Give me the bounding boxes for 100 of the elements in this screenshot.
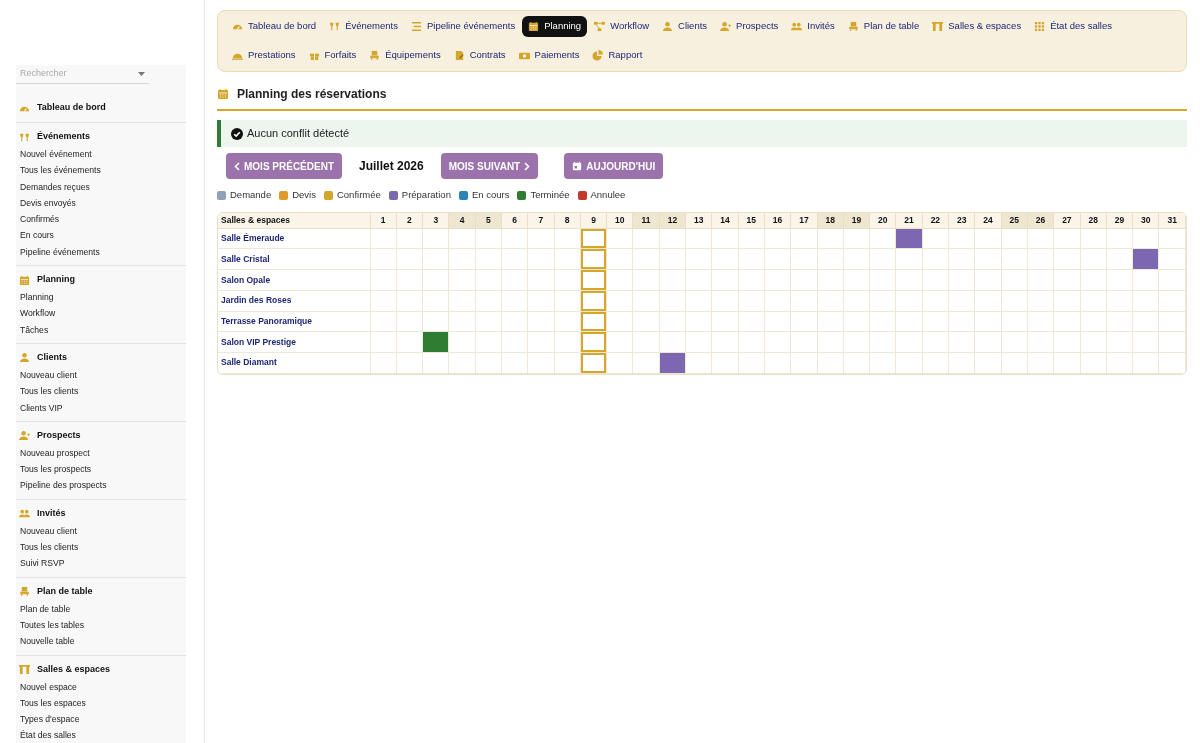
- sidebar-item[interactable]: Demandes reçues: [16, 178, 186, 195]
- section-heading[interactable]: Planning: [37, 273, 75, 287]
- legend-label: Demande: [230, 188, 272, 202]
- sidebar-item[interactable]: Tous les clients: [16, 539, 186, 556]
- nav-tab[interactable]: Prestations: [226, 45, 302, 66]
- room-name[interactable]: Salle Émeraude: [218, 228, 370, 249]
- day-header: 19: [843, 213, 870, 229]
- arch-icon: [19, 664, 30, 676]
- chevron-left-icon: [234, 161, 240, 171]
- sidebar-item[interactable]: Nouveau client: [16, 366, 186, 384]
- nav-tab[interactable]: Contrats: [447, 45, 512, 66]
- calendar-icon: [572, 161, 583, 171]
- sidebar-item[interactable]: Nouvel événement: [16, 146, 186, 163]
- nav-tab[interactable]: État des salles: [1028, 16, 1118, 37]
- nav-tab[interactable]: Paiements: [512, 45, 586, 66]
- section-heading[interactable]: Plan de table: [37, 584, 93, 599]
- day-header: 10: [606, 213, 633, 229]
- sidebar-item[interactable]: Toutes les tables: [16, 616, 186, 634]
- section-heading[interactable]: Tableau de bord: [37, 101, 106, 115]
- workflow-icon: [594, 21, 606, 32]
- sidebar-item[interactable]: Nouveau prospect: [16, 444, 186, 462]
- room-name[interactable]: Jardin des Roses: [218, 290, 370, 311]
- day-header: 3: [422, 213, 449, 229]
- user-plus-icon: [720, 21, 732, 32]
- nav-tab[interactable]: Planning: [522, 16, 588, 37]
- sidebar-item[interactable]: En cours: [16, 227, 186, 244]
- sidebar-item[interactable]: Tous les prospects: [16, 461, 186, 478]
- day-header: 9: [580, 213, 607, 229]
- sidebar-item[interactable]: Pipeline des prospects: [16, 477, 186, 494]
- room-name[interactable]: Salon Opale: [218, 269, 370, 291]
- day-header: 4: [448, 213, 476, 229]
- section-heading[interactable]: Clients: [37, 351, 67, 365]
- section-heading[interactable]: Invités: [37, 507, 66, 521]
- sidebar-item[interactable]: Devis envoyés: [16, 194, 186, 212]
- sidebar-item[interactable]: Plan de table: [16, 600, 186, 617]
- day-header: 27: [1053, 213, 1080, 229]
- legend-label: Terminée: [530, 188, 570, 202]
- nav-tab[interactable]: Invités: [785, 16, 841, 37]
- sidebar-item[interactable]: Nouvel espace: [16, 678, 186, 695]
- nav-tab[interactable]: Clients: [656, 16, 714, 37]
- nav-tab[interactable]: Rapport: [586, 45, 649, 66]
- check-circle-icon: [231, 127, 243, 140]
- sidebar-item[interactable]: Planning: [16, 289, 186, 306]
- day-header: 6: [501, 213, 528, 229]
- sidebar-item[interactable]: Nouvelle table: [16, 633, 186, 650]
- previous-month-button[interactable]: MOIS PRÉCÉDENT: [226, 153, 342, 179]
- day-header: 15: [738, 213, 765, 229]
- chair-icon: [847, 21, 859, 32]
- nav-tab[interactable]: Salles & espaces: [926, 16, 1028, 37]
- glasses-icon: [329, 21, 341, 32]
- month-label: Juillet 2026: [359, 158, 424, 175]
- day-header: 11: [632, 213, 660, 229]
- sidebar-item[interactable]: État des salles: [16, 727, 186, 743]
- user-icon: [662, 21, 674, 32]
- chair-icon: [369, 50, 381, 61]
- arch-icon: [932, 21, 944, 32]
- section-heading[interactable]: Prospects: [37, 429, 81, 443]
- day-header: 30: [1132, 213, 1159, 229]
- day-header: 23: [948, 213, 975, 229]
- user-icon: [19, 352, 30, 364]
- sidebar-item[interactable]: Nouveau client: [16, 522, 186, 540]
- next-month-button[interactable]: MOIS SUIVANT: [440, 153, 539, 179]
- sidebar-item[interactable]: Tous les clients: [16, 383, 186, 400]
- nav-tab[interactable]: Événements: [323, 16, 404, 37]
- sidebar-item[interactable]: Tous les événements: [16, 162, 186, 179]
- day-header: 17: [790, 213, 818, 229]
- calendar-icon: [528, 21, 540, 32]
- sidebar-item[interactable]: Tous les espaces: [16, 694, 186, 712]
- today-button[interactable]: AUJOURD'HUI: [564, 153, 664, 179]
- section-heading[interactable]: Salles & espaces: [37, 662, 111, 677]
- nav-tab[interactable]: Tableau de bord: [226, 16, 323, 37]
- legend-label: Devis: [292, 188, 316, 202]
- sidebar-item[interactable]: Tâches: [16, 321, 186, 338]
- sidebar-item[interactable]: Suivi RSVP: [16, 555, 186, 572]
- sidebar-item[interactable]: Workflow: [16, 305, 186, 322]
- day-header: 29: [1106, 213, 1133, 229]
- legend-label: Préparation: [401, 188, 451, 202]
- nav-tab[interactable]: Prospects: [714, 16, 785, 37]
- room-name[interactable]: Salle Cristal: [218, 248, 370, 270]
- day-header: 12: [659, 213, 686, 229]
- day-header: 8: [554, 213, 581, 229]
- day-header: 25: [1001, 213, 1028, 229]
- room-name[interactable]: Salon VIP Prestige: [218, 331, 370, 353]
- room-name[interactable]: Terrasse Panoramique: [218, 311, 370, 332]
- legend-label: Confirmée: [336, 188, 381, 202]
- nav-tab[interactable]: Plan de table: [841, 16, 926, 37]
- sidebar-item[interactable]: Clients VIP: [16, 399, 186, 416]
- nav-tab[interactable]: Équipements: [363, 45, 447, 66]
- nav-tab[interactable]: Pipeline événements: [404, 16, 522, 37]
- room-name[interactable]: Salle Diamant: [218, 352, 370, 374]
- sidebar-item[interactable]: Confirmés: [16, 211, 186, 228]
- section-heading[interactable]: Événements: [37, 130, 91, 144]
- day-header: 21: [895, 213, 923, 229]
- banknote-icon: [518, 50, 530, 61]
- day-header: 13: [685, 213, 712, 229]
- nav-tab[interactable]: Forfaits: [302, 45, 363, 66]
- nav-tab[interactable]: Workflow: [588, 16, 656, 37]
- sidebar-item[interactable]: Pipeline événements: [16, 243, 186, 261]
- day-header: 14: [711, 213, 739, 229]
- sidebar-item[interactable]: Types d'espace: [16, 711, 186, 728]
